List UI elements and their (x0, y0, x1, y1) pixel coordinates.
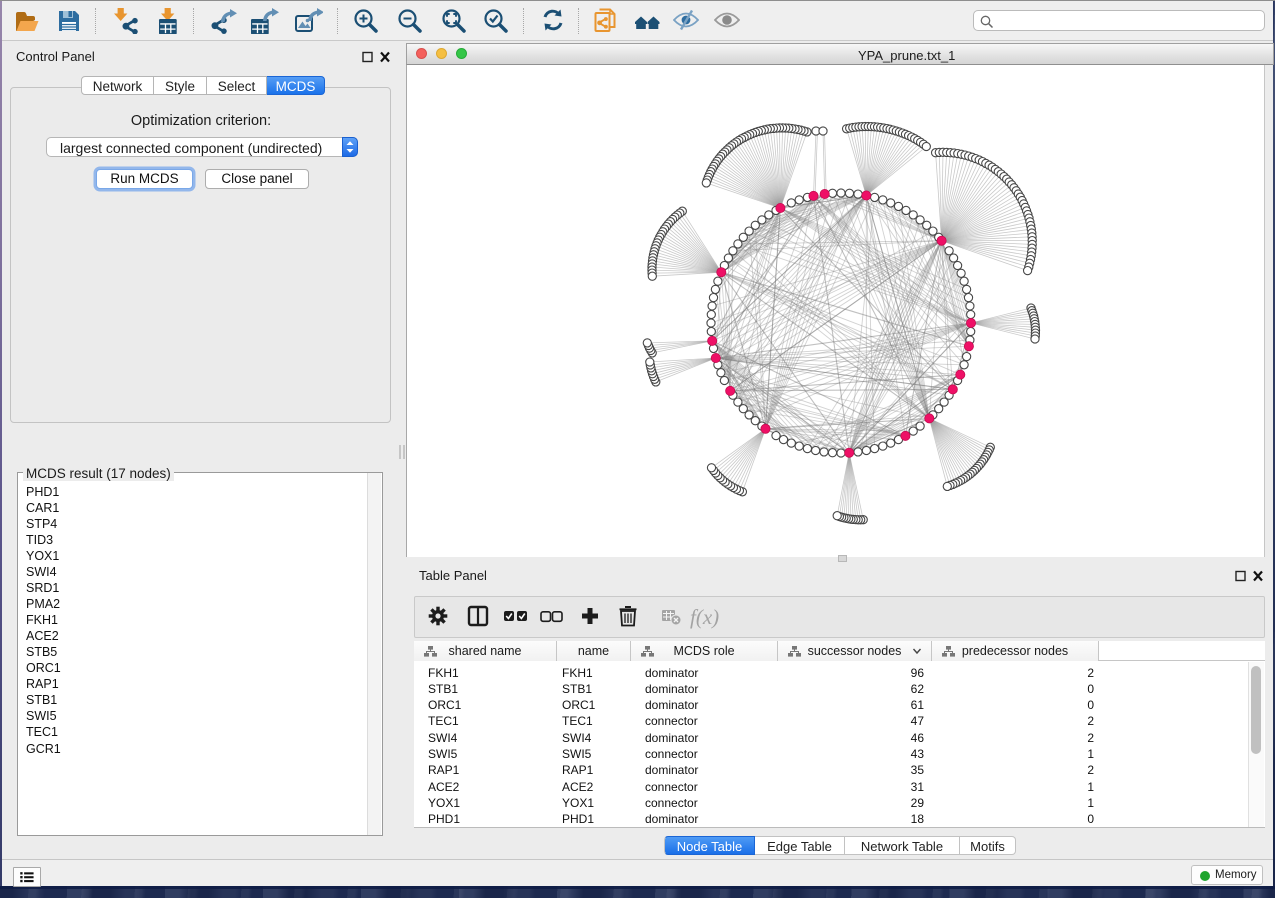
svg-text:f(x): f(x) (690, 605, 719, 629)
